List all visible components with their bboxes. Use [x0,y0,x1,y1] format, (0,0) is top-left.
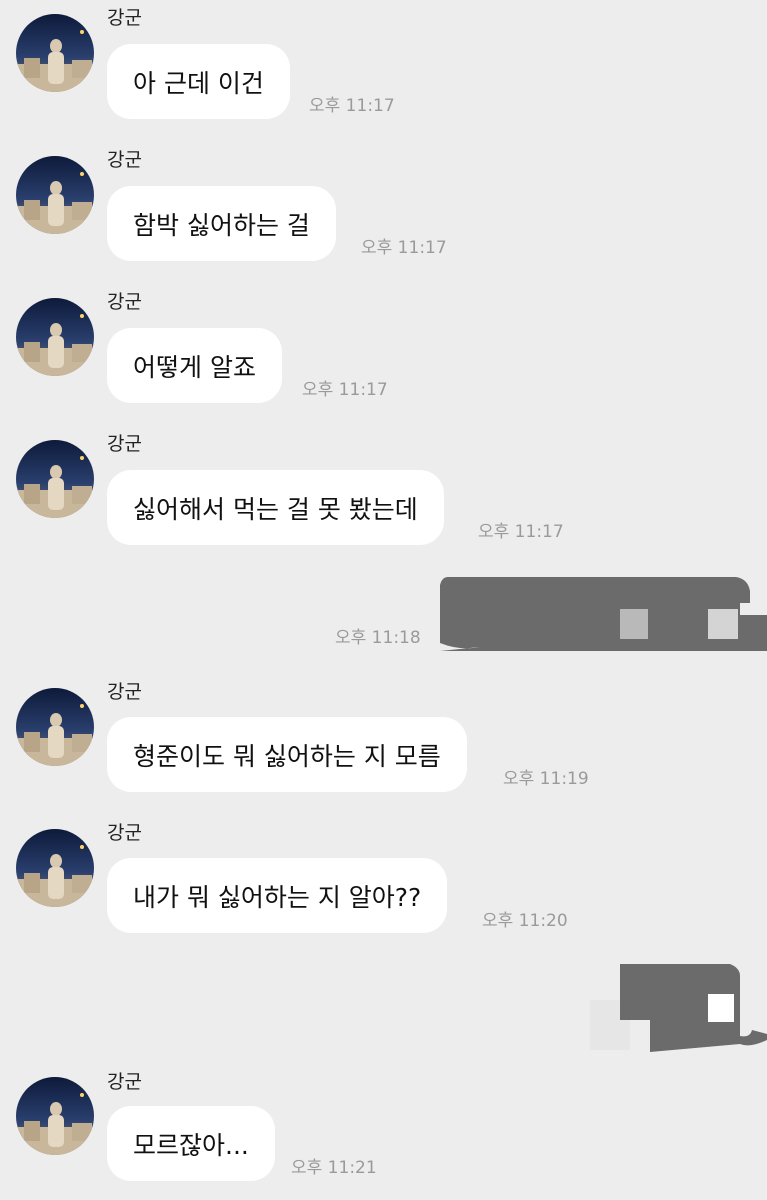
incoming-message-bubble[interactable]: 내가 뭐 싫어하는 지 알아?? [107,858,448,933]
message-timestamp: 오후 11:17 [478,522,564,542]
message-sender: 강군 [107,7,142,29]
incoming-message-bubble[interactable]: 싫어해서 먹는 걸 못 봤는데 [107,470,444,545]
incoming-message-bubble[interactable]: 모르잖아... [107,1106,275,1181]
avatar-photo-icon [16,440,94,518]
message-timestamp: 오후 11:18 [335,628,421,648]
avatar-photo-icon [16,688,94,766]
avatar[interactable] [16,14,94,92]
avatar[interactable] [16,688,94,766]
message-timestamp: 오후 11:20 [482,911,568,931]
avatar[interactable] [16,156,94,234]
avatar-photo-icon [16,1077,94,1155]
message-timestamp: 오후 11:17 [302,380,388,400]
message-timestamp: 오후 11:17 [309,96,395,116]
avatar[interactable] [16,829,94,907]
redacted-outgoing-message[interactable] [590,964,767,1054]
message-timestamp: 오후 11:21 [291,1158,377,1178]
incoming-message-bubble[interactable]: 아 근데 이건 [107,44,290,119]
message-sender: 강군 [107,149,142,171]
avatar-photo-icon [16,298,94,376]
incoming-message-bubble[interactable]: 형준이도 뭐 싫어하는 지 모름 [107,717,467,792]
avatar[interactable] [16,1077,94,1155]
avatar-photo-icon [16,829,94,907]
avatar[interactable] [16,298,94,376]
redacted-outgoing-message[interactable] [440,575,767,651]
message-timestamp: 오후 11:17 [361,238,447,258]
avatar-photo-icon [16,14,94,92]
message-sender: 강군 [107,681,142,703]
incoming-message-bubble[interactable]: 함박 싫어하는 걸 [107,186,336,261]
redaction-block-icon [440,577,767,651]
message-timestamp: 오후 11:19 [503,769,589,789]
avatar-photo-icon [16,156,94,234]
incoming-message-bubble[interactable]: 어떻게 알죠 [107,328,282,403]
redaction-block-icon [590,964,767,1052]
message-sender: 강군 [107,433,142,455]
message-sender: 강군 [107,1071,142,1093]
message-sender: 강군 [107,291,142,313]
avatar[interactable] [16,440,94,518]
message-sender: 강군 [107,822,142,844]
